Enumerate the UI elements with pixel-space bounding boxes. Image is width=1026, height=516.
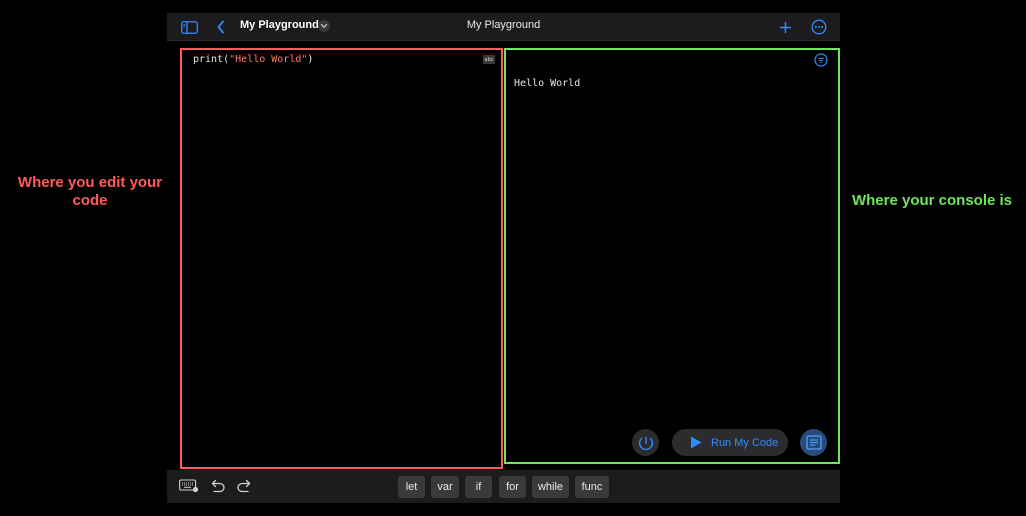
more-icon[interactable]: [810, 18, 828, 36]
code-line[interactable]: print("Hello World"): [193, 54, 313, 65]
window-title: My Playground: [466, 19, 541, 31]
speed-button[interactable]: [632, 429, 659, 456]
code-editor[interactable]: print("Hello World") abc: [180, 48, 503, 469]
keyword-for-button[interactable]: for: [499, 476, 526, 498]
console-output: Hello World: [514, 78, 581, 89]
keyword-while-button[interactable]: while: [532, 476, 569, 498]
keyboard-shortcut-bar: let var if for while func: [167, 470, 840, 503]
keyword-func-button[interactable]: func: [575, 476, 609, 498]
log-icon: [805, 435, 822, 450]
log-button[interactable]: [800, 429, 827, 456]
speed-icon: [638, 436, 653, 450]
undo-icon[interactable]: [207, 478, 227, 494]
keyword-if-button[interactable]: if: [465, 476, 492, 498]
keyword-let-button[interactable]: let: [398, 476, 425, 498]
console-panel: Hello World Run My Code: [504, 48, 840, 464]
run-my-code-button[interactable]: Run My Code: [672, 429, 788, 456]
console-annotation: Where your console is: [851, 192, 1013, 209]
playground-window: My Playground My Playground print("Hello…: [167, 13, 840, 503]
editor-annotation: Where you edit your code: [17, 174, 163, 209]
filter-icon[interactable]: [814, 53, 828, 67]
play-icon: [691, 436, 702, 449]
spellcheck-badge[interactable]: abc: [483, 55, 495, 64]
keyword-var-button[interactable]: var: [431, 476, 459, 498]
top-toolbar: My Playground My Playground: [167, 13, 840, 41]
plus-icon[interactable]: [776, 18, 794, 36]
run-button-label: Run My Code: [711, 436, 779, 449]
keyboard-icon[interactable]: [179, 478, 199, 494]
redo-icon[interactable]: [235, 478, 255, 494]
